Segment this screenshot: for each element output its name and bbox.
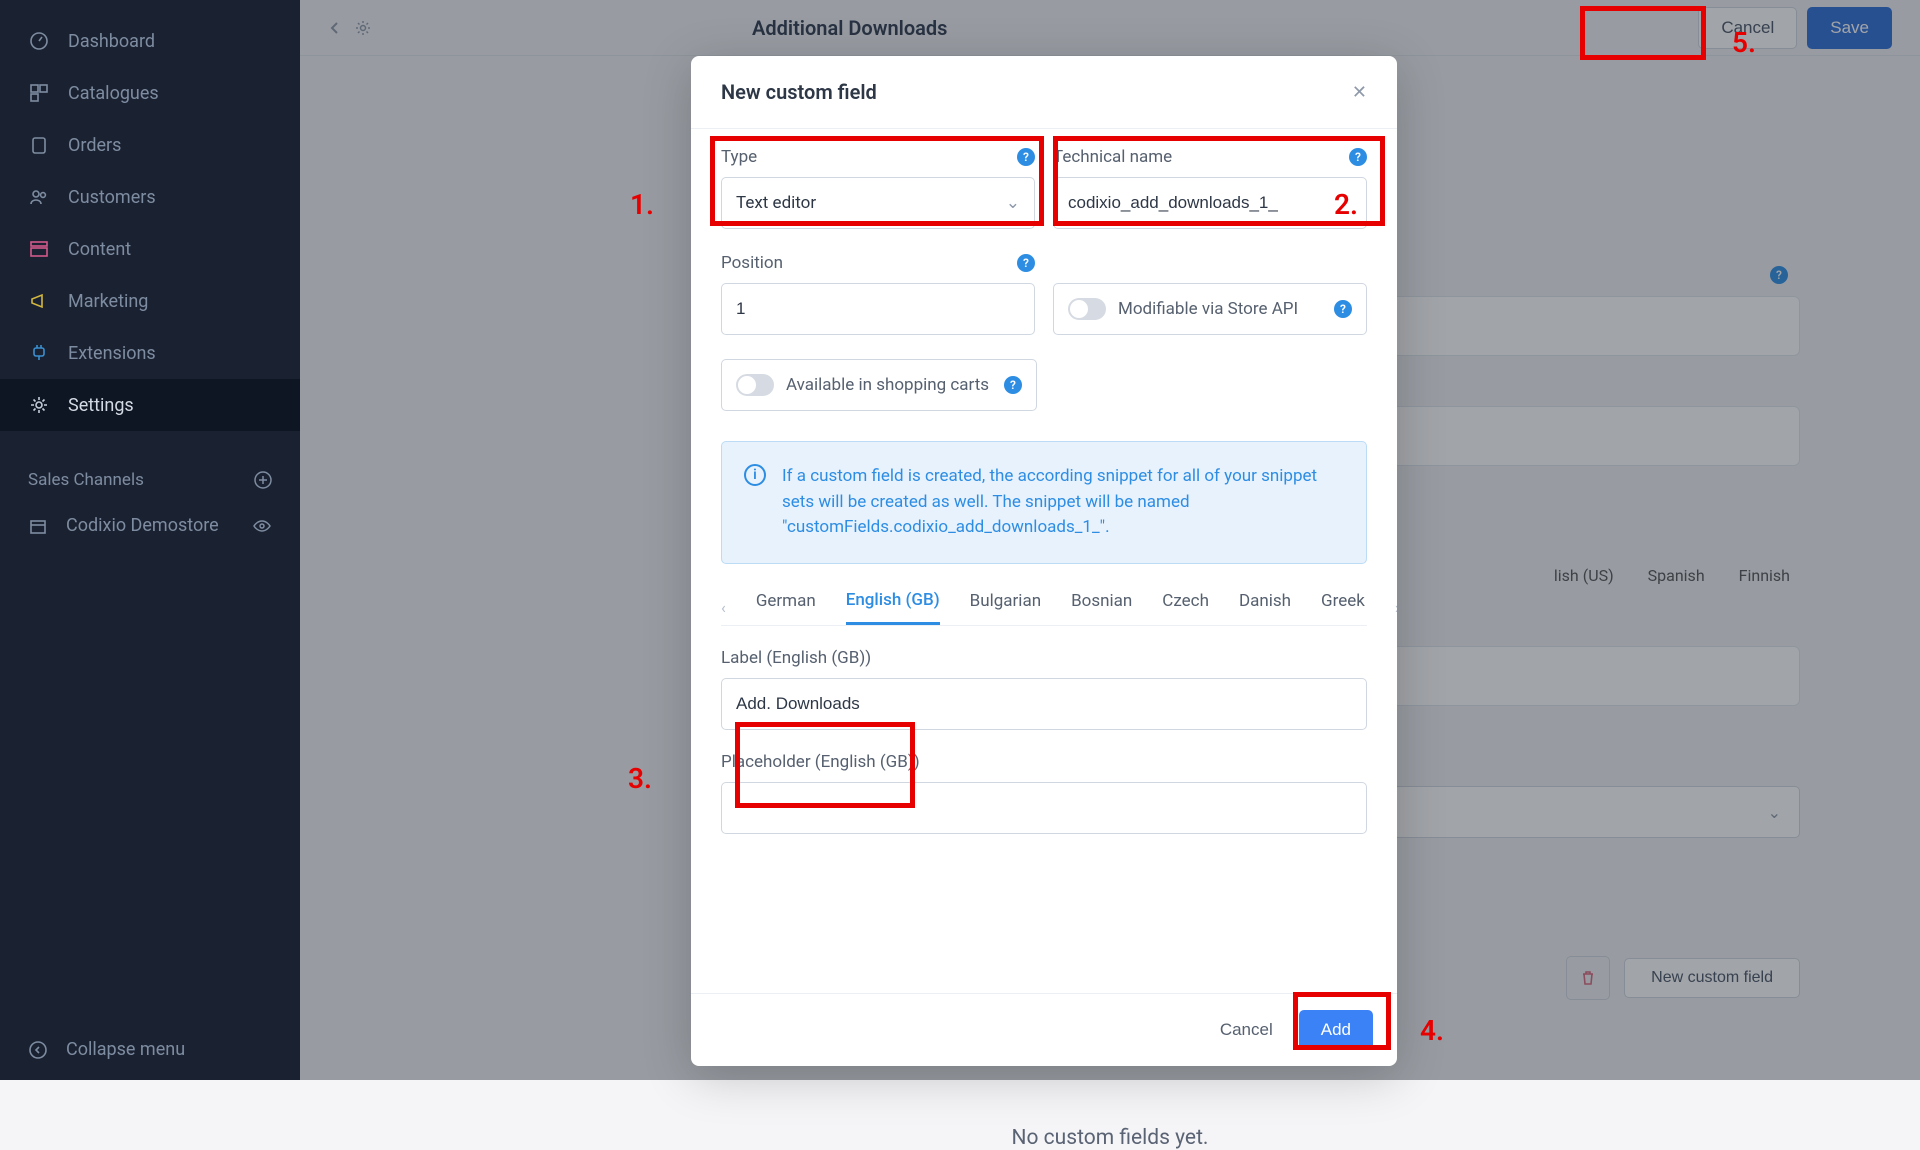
storefront-icon [28, 516, 48, 536]
type-select[interactable]: Text editor ⌄ [721, 177, 1035, 229]
modal-title: New custom field [721, 80, 877, 104]
modal-cancel-button[interactable]: Cancel [1206, 1010, 1287, 1050]
placeholder-input[interactable] [721, 782, 1367, 834]
modal-footer: Cancel Add [691, 993, 1397, 1066]
sidebar-item-label: Orders [68, 135, 121, 156]
type-value: Text editor [736, 193, 816, 213]
sidebar-item-dashboard[interactable]: Dashboard [0, 15, 300, 67]
type-field: Type ? Text editor ⌄ [721, 147, 1035, 229]
sidebar-item-customers[interactable]: Customers [0, 171, 300, 223]
scroll-left-icon[interactable]: ‹ [721, 598, 726, 617]
eye-icon[interactable] [252, 516, 272, 536]
language-tabs: ‹ German English (GB) Bulgarian Bosnian … [721, 590, 1367, 626]
placeholder-field: Placeholder (English (GB)) [721, 752, 1367, 834]
help-icon[interactable]: ? [1004, 376, 1022, 394]
position-input[interactable] [721, 283, 1035, 335]
modifiable-field: . Modifiable via Store API ? [1053, 253, 1367, 335]
sidebar-channel-item[interactable]: Codixio Demostore [0, 500, 300, 551]
info-icon: i [744, 464, 766, 486]
technical-name-label: Technical name [1053, 147, 1172, 167]
type-label: Type [721, 147, 757, 167]
sidebar-item-extensions[interactable]: Extensions [0, 327, 300, 379]
channel-label: Codixio Demostore [66, 515, 219, 536]
sidebar-item-label: Customers [68, 187, 156, 208]
plug-icon [28, 342, 50, 364]
tab-german[interactable]: German [756, 591, 816, 623]
position-label: Position [721, 253, 783, 273]
help-icon[interactable]: ? [1017, 148, 1035, 166]
tab-danish[interactable]: Danish [1239, 591, 1291, 623]
modifiable-toggle-row[interactable]: Modifiable via Store API ? [1053, 283, 1367, 335]
help-icon[interactable]: ? [1334, 300, 1352, 318]
tab-bosnian[interactable]: Bosnian [1071, 591, 1132, 623]
sidebar: Dashboard Catalogues Orders Customers Co… [0, 0, 300, 1080]
collapse-menu[interactable]: Collapse menu [0, 1019, 300, 1080]
close-icon[interactable]: ✕ [1352, 82, 1367, 103]
chevron-down-icon: ⌄ [1006, 193, 1020, 213]
collapse-icon [28, 1040, 48, 1060]
shopping-carts-label: Available in shopping carts [786, 375, 989, 395]
modal-header: New custom field ✕ [691, 56, 1397, 129]
info-text: If a custom field is created, the accord… [782, 464, 1344, 541]
label-input[interactable] [721, 678, 1367, 730]
sidebar-item-settings[interactable]: Settings [0, 379, 300, 431]
orders-icon [28, 134, 50, 156]
collapse-label: Collapse menu [66, 1039, 185, 1060]
sidebar-item-catalogues[interactable]: Catalogues [0, 67, 300, 119]
sidebar-item-orders[interactable]: Orders [0, 119, 300, 171]
new-custom-field-modal: New custom field ✕ Type ? Text editor ⌄ … [691, 56, 1397, 1066]
sidebar-item-label: Marketing [68, 291, 148, 312]
technical-name-input[interactable] [1053, 177, 1367, 229]
sidebar-item-label: Settings [68, 395, 134, 416]
add-channel-icon[interactable] [254, 471, 272, 489]
gear-icon [28, 394, 50, 416]
sidebar-item-content[interactable]: Content [0, 223, 300, 275]
sidebar-item-label: Content [68, 239, 131, 260]
shopping-carts-toggle-row[interactable]: Available in shopping carts ? [721, 359, 1037, 411]
label-label: Label (English (GB)) [721, 648, 871, 668]
sidebar-item-marketing[interactable]: Marketing [0, 275, 300, 327]
toggle-switch[interactable] [736, 374, 774, 396]
tab-greek[interactable]: Greek [1321, 591, 1365, 623]
no-custom-fields-label: No custom fields yet. [1012, 1126, 1209, 1150]
modifiable-label: Modifiable via Store API [1118, 299, 1298, 319]
catalogue-icon [28, 82, 50, 104]
dashboard-icon [28, 30, 50, 52]
modal-add-button[interactable]: Add [1299, 1010, 1373, 1050]
technical-name-field: Technical name ? [1053, 147, 1367, 229]
sidebar-item-label: Extensions [68, 343, 156, 364]
help-icon[interactable]: ? [1017, 254, 1035, 272]
toggle-switch[interactable] [1068, 298, 1106, 320]
sidebar-section-title: Sales Channels [28, 470, 144, 490]
info-box: i If a custom field is created, the acco… [721, 441, 1367, 564]
sidebar-item-label: Catalogues [68, 83, 159, 104]
tab-english-gb[interactable]: English (GB) [846, 590, 940, 625]
position-field: Position ? [721, 253, 1035, 335]
customers-icon [28, 186, 50, 208]
content-icon [28, 238, 50, 260]
sidebar-section-channels: Sales Channels [0, 446, 300, 500]
help-icon[interactable]: ? [1349, 148, 1367, 166]
label-field: Label (English (GB)) [721, 648, 1367, 730]
sidebar-item-label: Dashboard [68, 31, 155, 52]
placeholder-label: Placeholder (English (GB)) [721, 752, 920, 772]
tab-bulgarian[interactable]: Bulgarian [970, 591, 1041, 623]
megaphone-icon [28, 290, 50, 312]
tab-czech[interactable]: Czech [1162, 591, 1209, 623]
scroll-right-icon[interactable]: › [1395, 598, 1397, 617]
